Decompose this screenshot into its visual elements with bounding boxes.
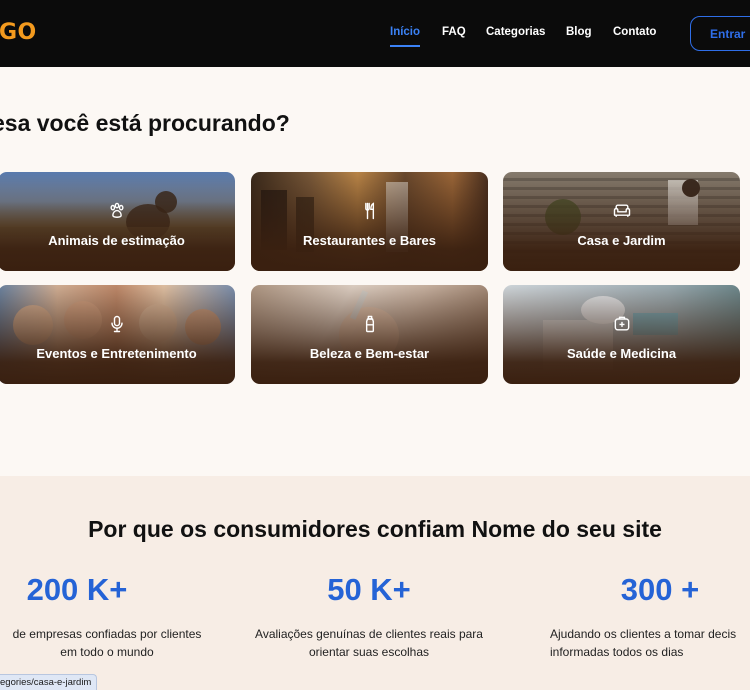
- trust-section: Por que os consumidores confiam Nome do …: [0, 476, 750, 690]
- card-overlay: [0, 285, 235, 384]
- login-button[interactable]: Entrar: [690, 16, 750, 51]
- category-card-health[interactable]: Saúde e Medicina: [503, 285, 740, 384]
- active-nav-indicator: [390, 45, 420, 47]
- bottle-icon: [365, 315, 374, 333]
- trust-title: Por que os consumidores confiam Nome do …: [88, 516, 662, 542]
- card-label: Casa e Jardim: [577, 233, 666, 248]
- stat-desc-daily: Ajudando os clientes a tomar decis infor…: [550, 625, 750, 661]
- card-label: Animais de estimação: [48, 233, 185, 248]
- categories-title: esa você está procurando?: [0, 110, 290, 136]
- card-label: Eventos e Entretenimento: [36, 346, 197, 361]
- nav-link-blog[interactable]: Blog: [566, 26, 592, 38]
- category-card-events[interactable]: Eventos e Entretenimento: [0, 285, 235, 384]
- card-overlay: [503, 285, 740, 384]
- status-bar-url: egories/casa-e-jardim: [0, 674, 98, 690]
- card-overlay: [251, 285, 488, 384]
- card-overlay: [503, 172, 740, 271]
- microphone-icon: [110, 315, 123, 333]
- card-label: Beleza e Bem-estar: [309, 346, 430, 361]
- category-card-restaurants[interactable]: Restaurantes e Bares: [251, 172, 488, 271]
- stat-number-reviews: 50 K+: [327, 572, 411, 607]
- category-card-pets[interactable]: Animais de estimação: [0, 172, 235, 271]
- nav-link-faq[interactable]: FAQ: [442, 26, 466, 38]
- fork-knife-icon: [364, 202, 374, 220]
- category-card-home-garden[interactable]: Casa e Jardim: [503, 172, 740, 271]
- nav-link-categorias[interactable]: Categorias: [486, 26, 545, 38]
- card-overlay: [251, 172, 488, 271]
- stat-desc-reviews: Avaliações genuínas de clientes reais pa…: [255, 627, 483, 659]
- card-overlay: [0, 172, 235, 271]
- nav-link-contato[interactable]: Contato: [613, 26, 656, 38]
- category-card-beauty[interactable]: Beleza e Bem-estar: [251, 285, 488, 384]
- medical-kit-icon: [614, 316, 629, 331]
- card-label: Restaurantes e Bares: [303, 233, 436, 248]
- card-label: Saúde e Medicina: [566, 346, 677, 361]
- site-logo[interactable]: GO: [0, 20, 37, 45]
- stat-desc-daily-text: Ajudando os clientes a tomar decis infor…: [550, 627, 737, 659]
- stat-number-companies: 200 K+: [26, 572, 128, 607]
- paw-icon: [109, 202, 124, 218]
- stat-number-daily: 300 +: [620, 572, 700, 607]
- site-header: GO Início FAQ Categorias Blog Contato En…: [0, 0, 750, 67]
- sofa-icon: [613, 204, 630, 217]
- nav-link-inicio[interactable]: Início: [390, 26, 420, 38]
